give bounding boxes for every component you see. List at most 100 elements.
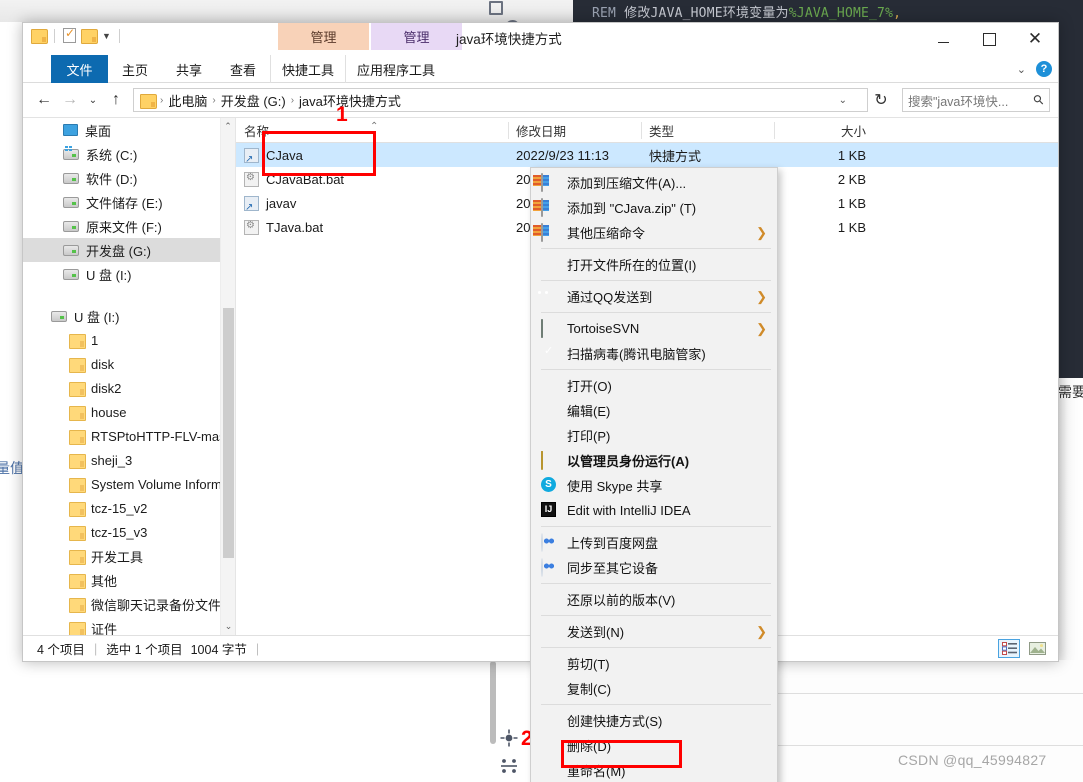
menu-item-tortoisesvn[interactable]: TortoiseSVN ❯ [531, 316, 777, 341]
breadcrumb-item-current-folder[interactable]: java环境快捷方式 [295, 91, 405, 110]
sidebar-item-rtsptohttp[interactable]: RTSPtoHTTP-FLV-master [23, 424, 235, 448]
menu-item-scan-virus[interactable]: 扫描病毒(腾讯电脑管家) [531, 341, 777, 366]
folder-icon [69, 381, 86, 397]
menu-item-open-file-location[interactable]: 打开文件所在的位置(I) [531, 252, 777, 277]
sidebar-item-system-c[interactable]: 系统 (C:) [23, 142, 235, 166]
navigation-scrollbar[interactable]: ⌃ ⌄ [220, 118, 235, 635]
tab-share[interactable]: 共享 [162, 55, 216, 83]
back-button[interactable]: ← [31, 87, 57, 113]
tortoisesvn-icon [541, 318, 543, 338]
column-header-type[interactable]: 类型 [641, 118, 774, 143]
recent-locations-button[interactable]: ⌄ [83, 87, 103, 113]
breadcrumb-dropdown-icon[interactable]: ⌄ [839, 95, 847, 106]
close-button[interactable]: ✕ [1012, 23, 1058, 55]
sidebar-item-usb-i-root[interactable]: U 盘 (I:) [23, 304, 235, 328]
new-folder-icon[interactable] [31, 29, 48, 44]
menu-item-run-as-administrator[interactable]: 以管理员身份运行(A) [531, 448, 777, 473]
menu-item-restore-previous-versions[interactable]: 还原以前的版本(V) [531, 587, 777, 612]
context-menu[interactable]: 添加到压缩文件(A)... 添加到 "CJava.zip" (T) 其他压缩命令… [530, 167, 778, 782]
menu-item-other-archive-commands[interactable]: 其他压缩命令 ❯ [531, 220, 777, 245]
sidebar-item-other[interactable]: 其他 [23, 568, 235, 592]
menu-item-edit-with-intellij-idea[interactable]: IJ Edit with IntelliJ IDEA [531, 498, 777, 523]
menu-item-label: TortoiseSVN [567, 321, 640, 336]
breadcrumb-item-this-pc[interactable]: 此电脑 [164, 91, 211, 110]
breadcrumb-item-drive-g[interactable]: 开发盘 (G:) [217, 91, 290, 110]
breadcrumb[interactable]: › 此电脑 › 开发盘 (G:) › java环境快捷方式 ⌄ [133, 88, 868, 112]
menu-separator [541, 647, 771, 648]
sidebar-item-desktop[interactable]: 桌面 [23, 118, 235, 142]
sidebar-item-1[interactable]: 1 [23, 328, 235, 352]
contextual-group-shortcut-tools[interactable]: 管理 [278, 23, 369, 50]
help-icon[interactable]: ? [1036, 61, 1052, 77]
sidebar-item-filestore-e[interactable]: 文件储存 (E:) [23, 190, 235, 214]
minimize-button[interactable] [920, 23, 966, 55]
drive-icon [63, 268, 79, 280]
move-icon[interactable] [500, 757, 518, 775]
menu-item-edit[interactable]: 编辑(E) [531, 398, 777, 423]
menu-item-create-shortcut[interactable]: 创建快捷方式(S) [531, 708, 777, 733]
menu-item-rename[interactable]: 重命名(M) [531, 758, 777, 782]
menu-separator [541, 526, 771, 527]
sidebar-item-devtools[interactable]: 开发工具 [23, 544, 235, 568]
sidebar-item-system-volume-information[interactable]: System Volume Informatio [23, 472, 235, 496]
search-input[interactable]: 搜索"java环境快... ⚲ [902, 88, 1050, 112]
refresh-button[interactable]: ↻ [868, 87, 894, 113]
table-row[interactable]: CJava 2022/9/23 11:13 快捷方式 1 KB [236, 143, 1058, 167]
sidebar-item-label: 软件 (D:) [86, 171, 138, 187]
tab-home[interactable]: 主页 [108, 55, 162, 83]
menu-item-sync-to-other-devices[interactable]: 同步至其它设备 [531, 555, 777, 580]
contextual-group-application-tools[interactable]: 管理 [371, 23, 462, 50]
background-right-clipped-text: 需要 [1058, 384, 1083, 400]
folder-icon[interactable] [81, 29, 98, 44]
window-controls: ✕ [920, 23, 1058, 55]
tab-application-tools[interactable]: 应用程序工具 [345, 55, 446, 83]
sidebar-item-disk2[interactable]: disk2 [23, 376, 235, 400]
column-header-date[interactable]: 修改日期 [508, 118, 641, 143]
sidebar-item-oldfiles-f[interactable]: 原来文件 (F:) [23, 214, 235, 238]
sidebar-item-software-d[interactable]: 软件 (D:) [23, 166, 235, 190]
background-scroll-thumb[interactable] [490, 661, 496, 744]
sidebar-item-certificates[interactable]: 证件 [23, 616, 235, 635]
scroll-down-icon[interactable]: ⌄ [221, 618, 235, 635]
menu-item-print[interactable]: 打印(P) [531, 423, 777, 448]
chevron-down-icon[interactable]: ▼ [102, 31, 111, 41]
details-view-icon[interactable] [998, 639, 1020, 658]
column-header-size[interactable]: 大小 [774, 118, 874, 143]
sidebar-item-sheji3[interactable]: sheji_3 [23, 448, 235, 472]
menu-item-copy[interactable]: 复制(C) [531, 676, 777, 701]
sidebar-item-tcz15v3[interactable]: tcz-15_v3 [23, 520, 235, 544]
menu-item-add-to-archive[interactable]: 添加到压缩文件(A)... [531, 170, 777, 195]
bat-file-icon [244, 219, 259, 235]
sidebar-item-disk[interactable]: disk [23, 352, 235, 376]
sidebar-item-wechat-backup[interactable]: 微信聊天记录备份文件 [23, 592, 235, 616]
sidebar-item-usb-i[interactable]: U 盘 (I:) [23, 262, 235, 286]
menu-item-add-to-cjava-zip[interactable]: 添加到 "CJava.zip" (T) [531, 195, 777, 220]
tab-view[interactable]: 查看 [216, 55, 270, 83]
forward-button[interactable]: → [57, 87, 83, 113]
menu-item-upload-to-baidu-netdisk[interactable]: 上传到百度网盘 [531, 530, 777, 555]
chevron-right-icon: ❯ [756, 623, 767, 639]
sidebar-item-tcz15v2[interactable]: tcz-15_v2 [23, 496, 235, 520]
menu-item-delete[interactable]: 删除(D) [531, 733, 777, 758]
menu-item-send-to[interactable]: 发送到(N) ❯ [531, 619, 777, 644]
tab-shortcut-tools[interactable]: 快捷工具 [270, 55, 345, 83]
chevron-down-icon[interactable]: ⌄ [1017, 63, 1026, 76]
tab-file[interactable]: 文件 [51, 55, 108, 83]
target-icon[interactable] [500, 729, 518, 747]
menu-item-send-via-qq[interactable]: 通过QQ发送到 ❯ [531, 284, 777, 309]
large-icons-view-icon[interactable] [1026, 639, 1048, 658]
maximize-button[interactable] [966, 23, 1012, 55]
sidebar-item-label: 开发盘 (G:) [86, 243, 151, 259]
scrollbar-thumb[interactable] [223, 308, 234, 558]
properties-icon[interactable] [63, 26, 76, 43]
menu-item-share-with-skype[interactable]: S 使用 Skype 共享 [531, 473, 777, 498]
folder-icon [69, 549, 86, 565]
menu-item-cut[interactable]: 剪切(T) [531, 651, 777, 676]
sidebar-item-devdrive-g[interactable]: 开发盘 (G:) [23, 238, 235, 262]
up-button[interactable]: ↑ [103, 87, 129, 113]
scroll-up-icon[interactable]: ⌃ [221, 118, 235, 135]
sidebar-item-house[interactable]: house [23, 400, 235, 424]
menu-item-open[interactable]: 打开(O) [531, 373, 777, 398]
background-left-clipped-text: 量值 [0, 460, 24, 476]
